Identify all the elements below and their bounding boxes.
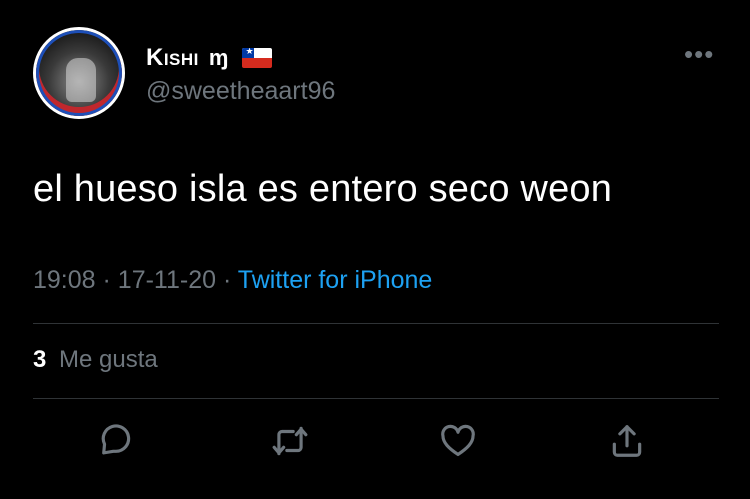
divider bbox=[33, 323, 719, 324]
share-button[interactable] bbox=[606, 420, 648, 462]
retweet-icon bbox=[272, 426, 308, 456]
reply-icon bbox=[101, 424, 131, 455]
likes-stat[interactable]: 3 Me gusta bbox=[33, 346, 158, 374]
avatar-ring bbox=[36, 30, 122, 116]
tweet-metadata: 19:08 · 17-11-20 · Twitter for iPhone bbox=[33, 266, 432, 295]
retweet-button[interactable] bbox=[269, 420, 311, 462]
author-name-glyph: ɱ bbox=[208, 45, 229, 70]
likes-label: Me gusta bbox=[59, 346, 158, 373]
reply-button[interactable] bbox=[97, 420, 139, 462]
tweet-date: 17-11-20 bbox=[117, 266, 217, 294]
meta-separator: · bbox=[102, 266, 111, 294]
author-name-row[interactable]: Kishi ɱ ★ bbox=[146, 43, 273, 73]
chile-flag-icon: ★ bbox=[242, 48, 273, 68]
author-display-name[interactable]: Kishi bbox=[146, 44, 199, 72]
avatar[interactable] bbox=[33, 27, 125, 119]
heart-icon bbox=[441, 424, 475, 457]
tweet-source-link[interactable]: Twitter for iPhone bbox=[238, 266, 433, 294]
tweet-text: el hueso isla es entero seco weon bbox=[33, 168, 613, 210]
more-icon[interactable]: ••• bbox=[684, 41, 714, 67]
author-handle[interactable]: @sweetheaart96 bbox=[146, 77, 335, 106]
share-icon bbox=[612, 425, 642, 457]
tweet-time: 19:08 bbox=[33, 266, 96, 294]
meta-separator: · bbox=[222, 266, 232, 294]
like-button[interactable] bbox=[437, 420, 479, 462]
divider bbox=[33, 398, 719, 399]
likes-count: 3 bbox=[33, 346, 47, 373]
